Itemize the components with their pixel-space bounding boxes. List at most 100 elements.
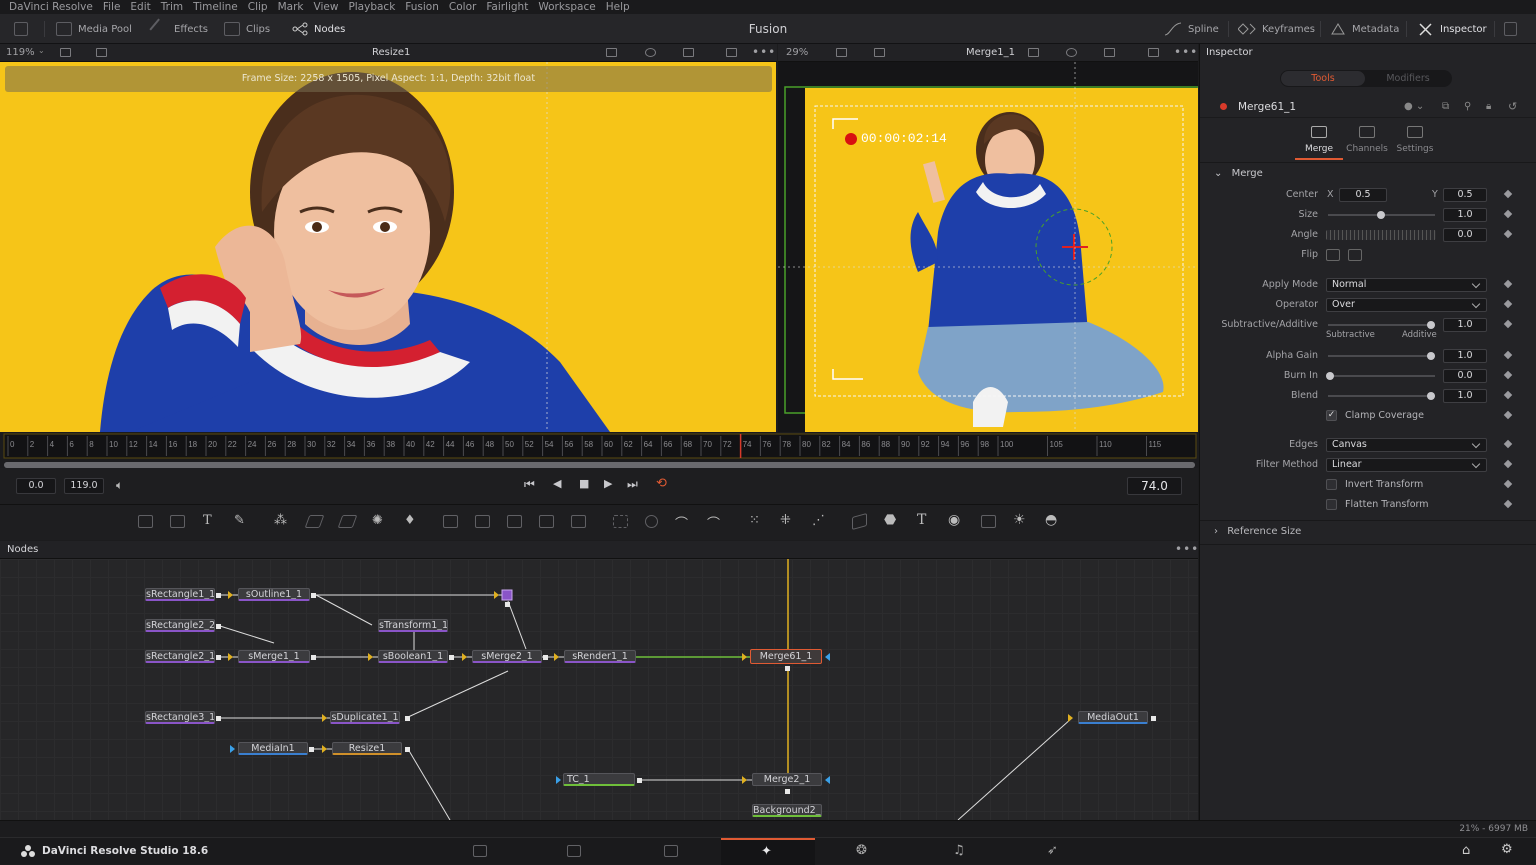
color-icon[interactable] — [1066, 48, 1077, 57]
output-port[interactable] — [311, 593, 316, 598]
blend-field[interactable]: 1.0 — [1443, 389, 1487, 403]
output-port[interactable] — [785, 789, 790, 794]
clips-button[interactable]: Clips — [224, 14, 270, 44]
subtab-merge[interactable]: Merge — [1295, 124, 1343, 160]
node-srectangle2-1[interactable]: sRectangle2_1... — [145, 650, 215, 663]
menu-workspace[interactable]: Workspace — [533, 0, 600, 14]
reset-icon[interactable]: ↺ — [1508, 96, 1517, 118]
spline-button[interactable]: Spline — [1164, 14, 1219, 44]
alpha-gain-slider[interactable] — [1328, 355, 1435, 357]
left-viewer[interactable]: Frame Size: 2258 x 1505, Pixel Aspect: 1… — [0, 62, 776, 432]
ellipse-mask-icon[interactable] — [645, 515, 658, 528]
fusion-page-tab[interactable]: ✦ — [721, 838, 815, 865]
keyframes-button[interactable]: Keyframes — [1238, 14, 1315, 44]
media-pool-button[interactable]: Media Pool — [56, 14, 132, 44]
filter-method-select[interactable]: Linear — [1326, 458, 1487, 472]
keyframe-icon[interactable] — [1503, 459, 1513, 469]
render-start-field[interactable]: 0.0 — [16, 478, 56, 494]
lut-icon[interactable] — [96, 48, 107, 57]
keyframe-icon[interactable] — [1503, 319, 1513, 329]
output-port[interactable] — [216, 593, 221, 598]
node-smerge1-1[interactable]: sMerge1_1 — [238, 650, 310, 663]
input-arrow[interactable] — [322, 745, 327, 753]
text-tool-icon[interactable]: T — [203, 513, 212, 528]
stop-icon[interactable]: ■ — [579, 477, 589, 490]
input-arrow[interactable] — [554, 653, 559, 661]
node-stransform1-1[interactable]: sTransform1_1 — [378, 619, 448, 632]
burn-in-slider[interactable] — [1328, 375, 1435, 377]
invert-transform-checkbox[interactable] — [1326, 479, 1337, 490]
keyframe-icon[interactable] — [1503, 410, 1513, 420]
flip-vertical-icon[interactable] — [1348, 249, 1362, 261]
roi-icon[interactable] — [1148, 48, 1159, 57]
deliver-page-icon[interactable]: ➶ — [1047, 843, 1058, 858]
burn-in-field[interactable]: 0.0 — [1443, 369, 1487, 383]
input-arrow[interactable] — [742, 776, 747, 784]
flip-horizontal-icon[interactable] — [1326, 249, 1340, 261]
fairlight-page-icon[interactable]: ♫ — [953, 843, 965, 858]
lut-icon[interactable] — [874, 48, 885, 57]
color-tool-icon[interactable]: ♦ — [404, 513, 416, 528]
resize-tool-icon[interactable] — [571, 515, 586, 528]
render3d-icon[interactable]: ◓ — [1045, 512, 1057, 528]
more-icon[interactable]: ••• — [1174, 44, 1198, 60]
keyframe-icon[interactable] — [1503, 299, 1513, 309]
mask-input-arrow[interactable] — [825, 653, 830, 661]
pin-icon[interactable]: ⚲ — [1464, 96, 1471, 118]
media-page-icon[interactable] — [473, 845, 487, 857]
input-arrow[interactable] — [1068, 714, 1073, 722]
angle-field[interactable]: 0.0 — [1443, 228, 1487, 242]
keyframe-icon[interactable] — [1503, 390, 1513, 400]
channel-tool-icon[interactable] — [507, 515, 522, 528]
input-arrow[interactable] — [228, 591, 233, 599]
transform-tool-icon[interactable] — [475, 515, 490, 528]
merge-tool-icon[interactable] — [443, 515, 458, 528]
camera3d-icon[interactable]: ◉ — [948, 512, 960, 528]
node-merge61-1[interactable]: Merge61_1 — [750, 649, 822, 664]
merge3d-icon[interactable]: ⬣ — [884, 512, 896, 528]
go-to-end-icon[interactable]: ⏭︎ — [627, 477, 638, 492]
subtab-channels[interactable]: Channels — [1343, 124, 1391, 160]
subadd-slider[interactable] — [1328, 324, 1435, 326]
particle-emitter-icon[interactable]: ⁙ — [749, 513, 760, 528]
subadd-slider-handle[interactable] — [1427, 321, 1435, 329]
nodes-button[interactable]: Nodes — [292, 14, 345, 44]
polyline-mask-icon[interactable]: ⌒ — [675, 513, 688, 532]
menu-clip[interactable]: Clip — [243, 0, 273, 14]
imageplane3d-icon[interactable] — [981, 515, 996, 528]
particle-render-icon[interactable]: ⁜ — [780, 513, 791, 528]
roi-icon[interactable] — [726, 48, 737, 57]
go-to-start-icon[interactable]: ⏮︎ — [524, 477, 535, 492]
rectangle-mask-icon[interactable] — [613, 515, 628, 528]
background-tool-icon[interactable] — [138, 515, 153, 528]
cut-page-icon[interactable] — [567, 845, 581, 857]
mask-input-arrow[interactable] — [825, 776, 830, 784]
node-tc-1[interactable]: TC_1 — [563, 773, 635, 786]
grid-icon[interactable] — [683, 48, 694, 57]
subadd-field[interactable]: 1.0 — [1443, 318, 1487, 332]
output-port[interactable] — [216, 624, 221, 629]
keyframe-icon[interactable] — [1503, 209, 1513, 219]
speaker-icon[interactable]: 🔈︎ — [116, 478, 123, 493]
image-tool-icon[interactable] — [170, 515, 185, 528]
keyframe-icon[interactable] — [1503, 189, 1513, 199]
brightness-tool-icon[interactable]: ✺ — [372, 513, 383, 528]
collapse-button[interactable] — [14, 14, 28, 44]
tab-tools[interactable]: Tools — [1281, 71, 1365, 86]
keyframe-icon[interactable] — [1503, 439, 1513, 449]
chevron-down-icon[interactable]: ⌄ — [38, 46, 49, 55]
shape3d-icon[interactable] — [852, 512, 867, 531]
menu-file[interactable]: File — [98, 0, 126, 14]
angle-dial[interactable] — [1326, 230, 1436, 240]
inspector-button[interactable]: Inspector — [1418, 14, 1487, 44]
input-arrow[interactable] — [462, 653, 467, 661]
clamp-coverage-checkbox[interactable]: ✓ — [1326, 410, 1337, 421]
grid-icon[interactable] — [1104, 48, 1115, 57]
node-sduplicate1-1[interactable]: sDuplicate1_1 — [330, 711, 400, 724]
loop-icon[interactable]: ⟲ — [656, 476, 667, 491]
current-time-field[interactable]: 74.0 — [1127, 477, 1182, 495]
node-smerge2-1[interactable]: sMerge2_1 — [472, 650, 542, 663]
input-arrow[interactable] — [556, 776, 561, 784]
menu-timeline[interactable]: Timeline — [188, 0, 243, 14]
output-port[interactable] — [505, 602, 510, 607]
